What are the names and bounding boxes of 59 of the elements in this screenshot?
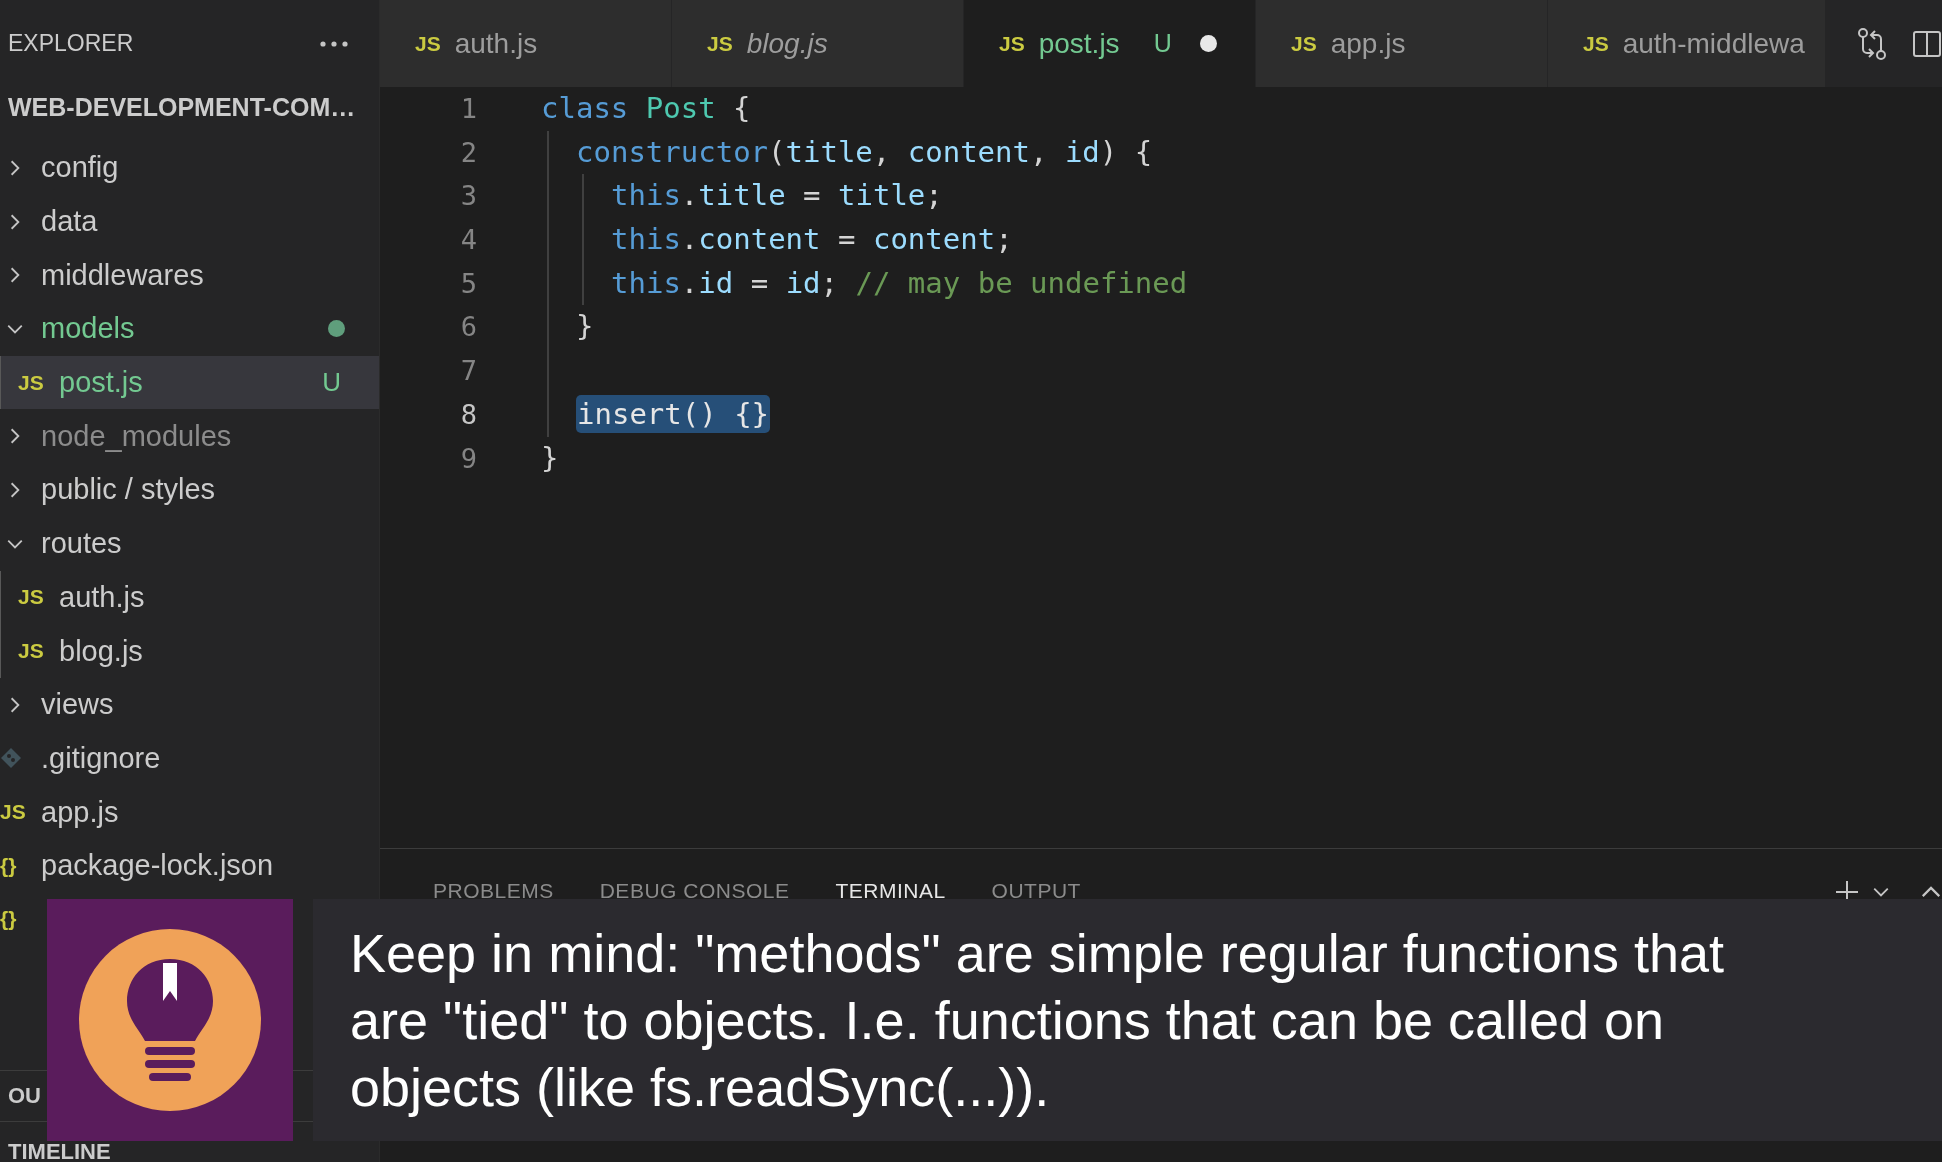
line-number: 7 (459, 354, 477, 389)
panel-tab[interactable]: PROBLEMS (433, 879, 554, 903)
code-line: this.title = title; (611, 177, 943, 215)
line-number: 4 (459, 223, 477, 258)
line-number: 2 (459, 135, 477, 170)
file-item[interactable]: JS blog.js (0, 624, 379, 678)
json-file-icon: {} (0, 853, 17, 878)
line-number: 5 (459, 266, 477, 301)
line-number: 9 (459, 441, 477, 476)
file-item[interactable]: .gitignore (0, 731, 379, 786)
folder-item[interactable]: views (0, 677, 379, 732)
file-item[interactable]: {} package-lock.json (0, 838, 379, 893)
compare-changes-icon[interactable] (1856, 26, 1888, 61)
js-file-icon: JS (999, 31, 1025, 56)
panel-tab[interactable]: OUTPUT (991, 879, 1081, 903)
project-title[interactable]: WEB-DEVELOPMENT-COM… (0, 87, 379, 127)
folder-item[interactable]: public / styles (0, 463, 379, 517)
file-item[interactable]: JS app.js (0, 785, 379, 839)
file-item[interactable]: JS post.js U (0, 355, 379, 410)
code-line: this.content = content; (611, 221, 1013, 259)
line-number: 8 (459, 397, 477, 432)
editor-tab[interactable]: JS blog.js (672, 0, 964, 87)
git-status-letter: U (322, 367, 341, 399)
folder-item[interactable]: models (0, 302, 379, 356)
code-line: } (576, 308, 594, 346)
code-line: this.id = id; // may be undefined (611, 264, 1188, 302)
js-file-icon: JS (707, 31, 733, 56)
folder-item[interactable]: config (0, 141, 379, 195)
editor-tab[interactable]: JS auth.js (380, 0, 672, 87)
git-status-letter: U (1153, 29, 1172, 58)
more-icon (319, 39, 349, 48)
js-file-icon: JS (0, 800, 26, 825)
json-file-icon: {} (0, 907, 17, 932)
line-number: 6 (459, 310, 477, 345)
editor-tab[interactable]: JS app.js (1256, 0, 1548, 87)
editor-tab[interactable]: JS post.js U (964, 0, 1256, 87)
js-file-icon: JS (1291, 31, 1317, 56)
js-file-icon: JS (18, 585, 44, 610)
panel-tab[interactable]: DEBUG CONSOLE (599, 879, 790, 903)
tip-text: Keep in mind: "methods" are simple regular functions that are "tied" to objects. I.e. functions that can be called on objects (like fs.readSync(...)). (350, 921, 1726, 1119)
file-item[interactable]: JS auth.js (0, 570, 379, 625)
folder-item[interactable]: routes (0, 516, 379, 571)
line-number: 3 (459, 179, 477, 214)
lightbulb-icon (79, 929, 261, 1111)
js-file-icon: JS (415, 31, 441, 56)
line-number: 1 (459, 92, 477, 126)
editor-tab[interactable]: JS auth-middlewa (1548, 0, 1826, 87)
split-editor-icon[interactable] (1912, 28, 1942, 59)
sidebar-title: EXPLORER (8, 30, 134, 57)
code-line: constructor(title, content, id) { (576, 133, 1153, 171)
code-line: class Post { (541, 90, 751, 127)
folder-item[interactable]: middlewares (0, 248, 379, 303)
js-file-icon: JS (1583, 31, 1609, 56)
folder-item[interactable]: data (0, 194, 379, 249)
folder-item[interactable]: node_modules (0, 409, 379, 464)
code-line: } (541, 439, 559, 477)
panel-tab[interactable]: TERMINAL (835, 879, 946, 903)
js-file-icon: JS (18, 370, 44, 395)
js-file-icon: JS (18, 639, 44, 664)
